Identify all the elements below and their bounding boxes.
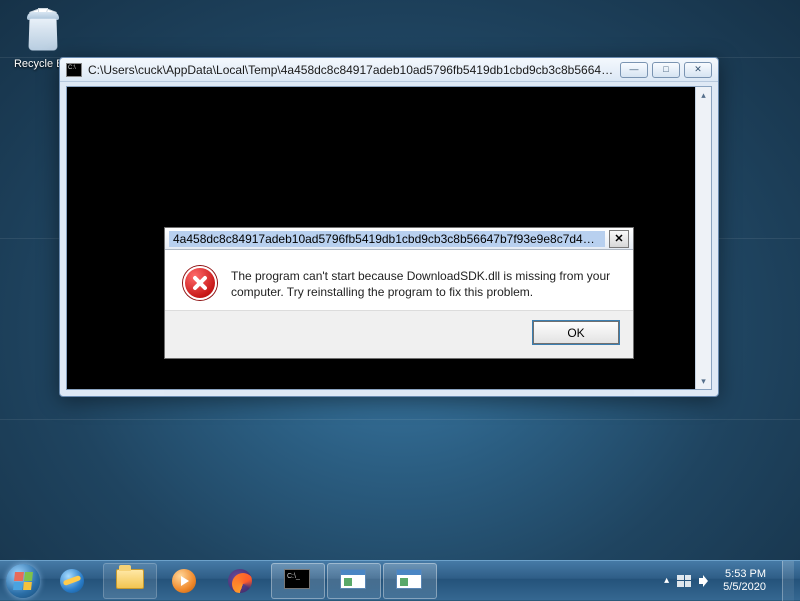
error-message: The program can't start because Download… [231,266,615,300]
console-titlebar[interactable]: C:\Users\cuck\AppData\Local\Temp\4a458dc… [60,58,718,82]
taskbar-firefox-button[interactable] [215,563,269,599]
scroll-down-button[interactable]: ▾ [696,373,711,389]
taskbar-app1-button[interactable] [327,563,381,599]
scroll-up-button[interactable]: ▴ [696,87,711,103]
clock-time: 5:53 PM [723,568,766,581]
taskbar-cmd-button[interactable] [271,563,325,599]
system-tray[interactable]: ▴ 5:53 PM 5/5/2020 [654,561,800,600]
error-icon [183,266,217,300]
app-window-icon [340,569,366,589]
internet-explorer-icon [60,569,84,593]
close-icon: ✕ [614,232,623,245]
cmd-icon [66,63,82,77]
vertical-scrollbar[interactable]: ▴ ▾ [695,87,711,389]
maximize-icon: □ [663,65,668,74]
action-center-icon[interactable] [677,575,691,587]
maximize-button[interactable]: □ [652,62,680,78]
minimize-button[interactable]: — [620,62,648,78]
firefox-icon [228,569,252,593]
recycle-bin-icon [19,8,67,56]
show-desktop-button[interactable] [782,561,794,601]
app-window-icon [396,569,422,589]
dialog-titlebar[interactable]: 4a458dc8c84917adeb10ad5796fb5419db1cbd9c… [165,228,633,250]
ok-button[interactable]: OK [533,321,619,344]
dialog-close-button[interactable]: ✕ [609,230,629,248]
minimize-icon: — [630,65,639,74]
taskbar-explorer-button[interactable] [103,563,157,599]
cmd-icon [284,569,310,589]
media-player-icon [172,569,196,593]
taskbar-media-player-button[interactable] [159,563,213,599]
windows-logo-icon [6,564,40,598]
dialog-title-text: 4a458dc8c84917adeb10ad5796fb5419db1cbd9c… [169,231,605,247]
clock-date: 5/5/2020 [723,581,766,594]
start-button[interactable] [0,561,46,601]
taskbar-ie-button[interactable] [47,563,101,599]
tray-overflow-button[interactable]: ▴ [664,575,669,586]
volume-icon[interactable] [699,575,713,587]
console-title: C:\Users\cuck\AppData\Local\Temp\4a458dc… [88,63,614,77]
taskbar[interactable]: ▴ 5:53 PM 5/5/2020 [0,560,800,600]
taskbar-app2-button[interactable] [383,563,437,599]
close-button[interactable]: ✕ [684,62,712,78]
close-icon: ✕ [694,65,702,74]
file-explorer-icon [116,569,144,589]
system-error-dialog[interactable]: 4a458dc8c84917adeb10ad5796fb5419db1cbd9c… [164,227,634,359]
taskbar-clock[interactable]: 5:53 PM 5/5/2020 [723,568,766,593]
